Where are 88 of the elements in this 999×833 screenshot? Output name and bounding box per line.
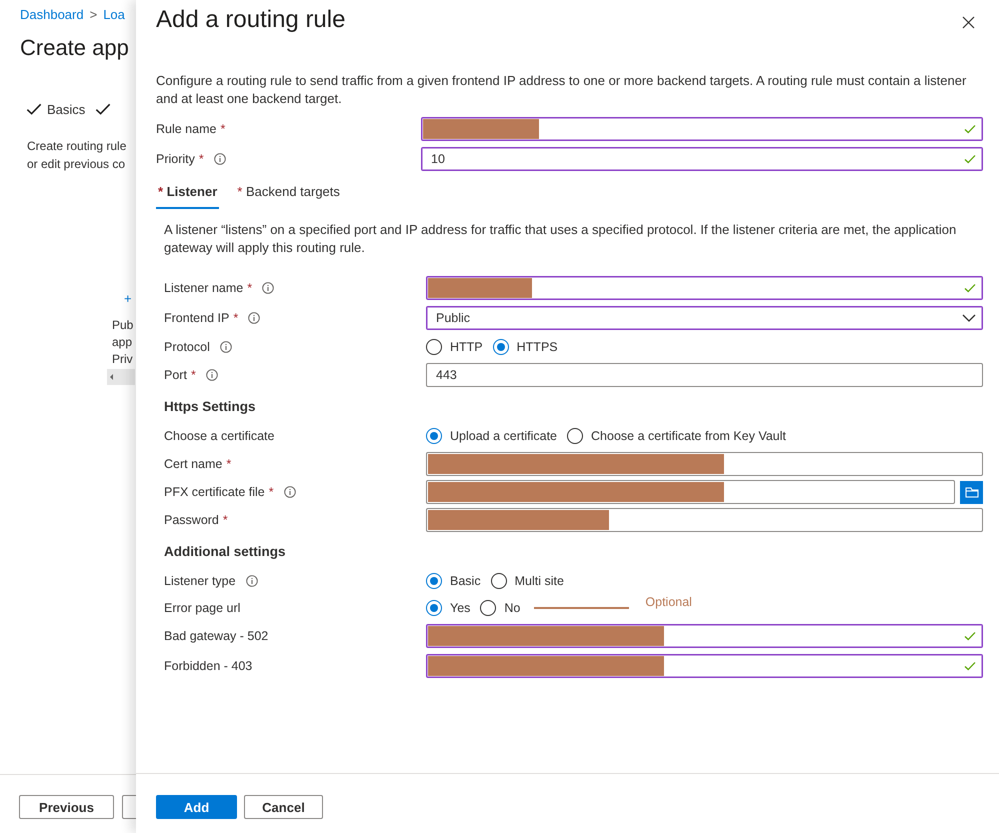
required-mark: * — [233, 311, 238, 325]
field-label: Port — [164, 368, 187, 382]
breadcrumb-separator: > — [90, 7, 98, 22]
add-button[interactable]: Add — [156, 795, 237, 819]
breadcrumb-link[interactable]: Dashboard — [20, 7, 84, 22]
browse-button[interactable] — [960, 480, 983, 504]
description-line: or edit previous co — [27, 157, 126, 171]
field-label: Frontend IP — [164, 311, 230, 325]
field-label: Rule name — [156, 122, 216, 136]
required-mark: * — [220, 122, 226, 136]
radio-option[interactable]: Choose a certificate from Key Vault — [567, 428, 786, 444]
field-label: Listener type — [164, 574, 236, 588]
radio-option[interactable]: Basic — [426, 572, 481, 588]
required-mark: * — [226, 457, 232, 471]
breadcrumb-link[interactable]: Loa — [103, 7, 125, 22]
info-icon[interactable] — [206, 369, 218, 381]
input-field[interactable] — [426, 654, 983, 678]
input-field[interactable] — [426, 276, 983, 300]
radio-button[interactable] — [480, 600, 496, 616]
field-label: Priority — [156, 152, 195, 166]
radio-button[interactable] — [426, 428, 442, 444]
input-field[interactable]: 443 — [426, 363, 983, 387]
radio-button[interactable] — [426, 572, 442, 588]
info-icon[interactable] — [248, 312, 260, 324]
panel-description: Configure a routing rule to send traffic from a given frontend IP address to one or more backend targets. A routing rule must contain a listener and at least one backend target. — [156, 72, 968, 108]
check-icon — [95, 101, 112, 117]
required-mark: * — [222, 513, 228, 527]
info-icon[interactable] — [262, 282, 274, 294]
input-field[interactable]: 10 — [421, 147, 983, 171]
tab[interactable]: * Backend targets — [235, 178, 342, 209]
close-icon — [962, 16, 975, 29]
field-label: Choose a certificate — [164, 428, 274, 442]
field-label: Protocol — [164, 340, 210, 354]
annotation: Optional — [645, 594, 692, 608]
radio-button[interactable] — [492, 338, 509, 354]
field-label: Error page url — [164, 600, 240, 614]
input-field[interactable] — [421, 117, 983, 141]
required-mark: * — [198, 152, 204, 166]
listener-description: A listener “listens” on a specified port and IP address for traffic that uses a specified protocol. If the listener criteria are met, the application gateway will apply this routing rule. — [164, 221, 958, 257]
cancel-button[interactable]: Cancel — [244, 795, 323, 819]
field-label: Password — [164, 513, 219, 527]
info-icon[interactable] — [214, 153, 226, 165]
radio-option[interactable]: HTTPS — [492, 338, 558, 354]
input-field[interactable] — [426, 624, 983, 648]
description-line: Create routing rule — [27, 139, 126, 153]
info-icon[interactable] — [220, 340, 232, 352]
section-heading: Https Settings — [164, 398, 256, 414]
radio-option[interactable]: Multi site — [490, 572, 564, 588]
radio-option[interactable]: Upload a certificate — [426, 428, 558, 444]
check-icon — [964, 153, 976, 165]
list-item: Pub — [112, 318, 134, 332]
field-label: Listener name — [164, 281, 244, 295]
panel-title: Add a routing rule — [156, 6, 346, 34]
required-mark: * — [247, 281, 252, 295]
check-icon — [964, 123, 976, 135]
radio-button[interactable] — [426, 600, 442, 616]
add-link[interactable]: + — [124, 291, 132, 306]
list-item: app — [112, 335, 132, 349]
radio-button[interactable] — [426, 338, 442, 354]
step-label[interactable]: Basics — [47, 102, 86, 116]
section-heading: Additional settings — [164, 544, 286, 558]
field-label: Forbidden - 403 — [164, 659, 252, 673]
info-icon[interactable] — [246, 574, 258, 586]
scrollbar[interactable] — [107, 369, 135, 385]
required-mark: * — [268, 485, 274, 499]
radio-button[interactable] — [490, 572, 507, 588]
field-label: PFX certificate file — [164, 485, 265, 499]
page-title: Create app — [20, 35, 129, 61]
radio-option[interactable]: No — [480, 600, 520, 616]
field-label: Bad gateway - 502 — [164, 629, 268, 643]
check-icon — [964, 660, 976, 672]
folder-icon — [964, 486, 978, 498]
check-icon — [964, 630, 976, 642]
input-field[interactable] — [426, 508, 983, 532]
tab[interactable]: * Listener — [156, 178, 220, 209]
check-icon — [964, 282, 976, 294]
radio-button[interactable] — [567, 428, 584, 444]
check-icon — [26, 101, 42, 117]
input-field[interactable] — [426, 480, 955, 504]
input-field[interactable] — [426, 452, 983, 476]
required-mark: * — [190, 368, 196, 382]
field-label: Cert name — [164, 457, 222, 471]
dropdown-field[interactable]: Public — [426, 306, 983, 330]
info-icon[interactable] — [284, 486, 296, 498]
list-item: Priv — [112, 352, 133, 366]
radio-option[interactable]: HTTP — [426, 338, 483, 354]
previous-button[interactable]: Previous — [19, 795, 114, 819]
radio-option[interactable]: Yes — [426, 600, 470, 616]
